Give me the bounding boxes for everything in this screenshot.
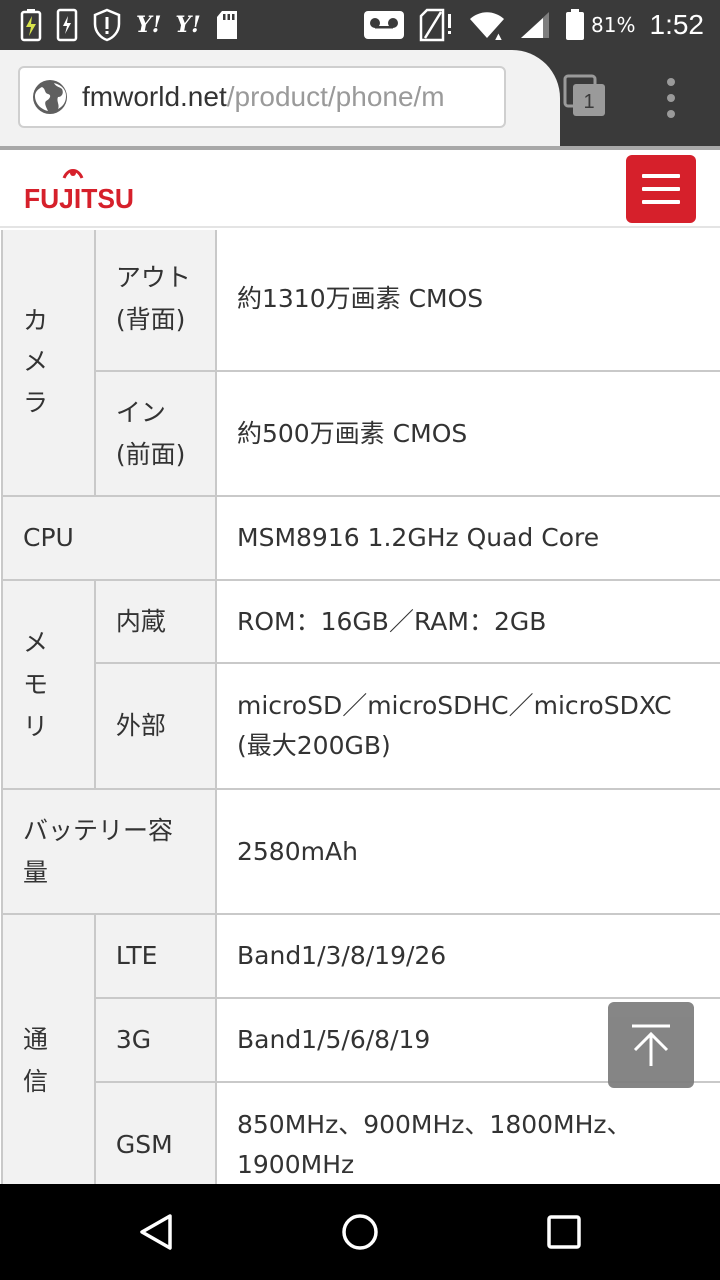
- wifi-icon: ▲▼: [469, 10, 505, 40]
- spec-value: Band1/3/8/19/26: [215, 913, 720, 999]
- spec-sublabel: 3G: [93, 997, 218, 1083]
- spec-sublabel: GSM: [93, 1081, 218, 1184]
- back-triangle-icon[interactable]: [136, 1212, 176, 1252]
- signal-icon: [519, 10, 551, 40]
- table-row: 通信 LTE Band1/3/8/19/26: [1, 913, 720, 1184]
- battery-percent: 81%: [591, 13, 636, 37]
- table-row: CPU MSM8916 1.2GHz Quad Core: [1, 495, 720, 581]
- spec-sublabel: 外部: [93, 662, 218, 790]
- shield-alert-icon: [92, 8, 122, 42]
- browser-tab-area: fmworld.net/product/phone/m: [0, 50, 560, 146]
- url-text[interactable]: fmworld.net/product/phone/m: [82, 81, 445, 113]
- spec-value: MSM8916 1.2GHz Quad Core: [215, 495, 720, 581]
- globe-icon: [33, 80, 67, 114]
- url-path: /product/phone/m: [226, 81, 445, 112]
- tab-count: 1: [583, 91, 594, 113]
- browser-toolbar: fmworld.net/product/phone/m 1: [0, 50, 720, 146]
- spec-label-camera: カメラ: [1, 230, 96, 497]
- spec-value: ROM：16GB／RAM：2GB: [215, 579, 720, 664]
- home-circle-icon[interactable]: [340, 1212, 380, 1252]
- url-bar[interactable]: fmworld.net/product/phone/m: [18, 66, 506, 128]
- spec-label-comm: 通信: [1, 913, 96, 1184]
- hamburger-icon[interactable]: [626, 155, 696, 223]
- spec-label-memory: メモリ: [1, 579, 96, 790]
- spec-sublabel: LTE: [93, 913, 218, 999]
- table-row: GSM 850MHz、900MHz、1800MHz、1900MHz: [2, 1081, 720, 1184]
- spec-sublabel: アウト(背面): [93, 230, 218, 372]
- battery-charging-icon: [20, 8, 42, 42]
- phone-charging-icon: [56, 8, 78, 42]
- spec-value: 約500万画素 CMOS: [215, 370, 720, 497]
- url-host: fmworld.net: [82, 81, 227, 112]
- svg-text:FUJITSU: FUJITSU: [24, 183, 134, 214]
- table-row: イン(前面) 約500万画素 CMOS: [2, 370, 720, 497]
- battery-icon: [565, 9, 585, 41]
- spec-label-battery: バッテリー容量: [1, 788, 217, 915]
- table-row: カメラ アウト(背面) 約1310万画素 CMOS: [1, 230, 720, 497]
- yahoo-icon: Y!: [136, 12, 162, 38]
- recents-square-icon[interactable]: [547, 1215, 581, 1249]
- spec-label-cpu: CPU: [1, 495, 217, 581]
- spec-value: 2580mAh: [215, 788, 720, 915]
- spec-sublabel: イン(前面): [93, 370, 218, 497]
- navigation-bar: [0, 1184, 720, 1280]
- arrow-up-to-top-icon: [632, 1024, 670, 1066]
- tab-switcher-button[interactable]: 1: [563, 74, 607, 118]
- site-header: FUJITSU: [0, 150, 720, 228]
- back-to-top-button[interactable]: [608, 1002, 694, 1088]
- table-row: メモリ 内蔵 ROM：16GB／RAM：2GB: [1, 579, 720, 790]
- table-row: 外部 microSD／microSDHC／microSDXC(最大200GB): [2, 662, 720, 790]
- more-vert-icon[interactable]: [656, 78, 686, 118]
- voicemail-icon: [363, 10, 405, 40]
- sd-card-icon: [215, 9, 239, 41]
- fujitsu-logo[interactable]: FUJITSU: [24, 164, 136, 218]
- no-sim-icon: [419, 8, 455, 42]
- yahoo-icon: Y!: [175, 12, 201, 38]
- table-row: バッテリー容量 2580mAh: [1, 788, 720, 915]
- spec-value: 850MHz、900MHz、1800MHz、1900MHz: [215, 1081, 720, 1184]
- clock: 1:52: [649, 9, 705, 40]
- spec-value: microSD／microSDHC／microSDXC(最大200GB): [215, 662, 720, 790]
- svg-text:▲▼: ▲▼: [493, 31, 505, 40]
- spec-sublabel: 内蔵: [93, 579, 218, 664]
- status-bar: Y! Y! ▲▼ 81% 1:52: [0, 0, 720, 50]
- spec-value: 約1310万画素 CMOS: [215, 230, 720, 372]
